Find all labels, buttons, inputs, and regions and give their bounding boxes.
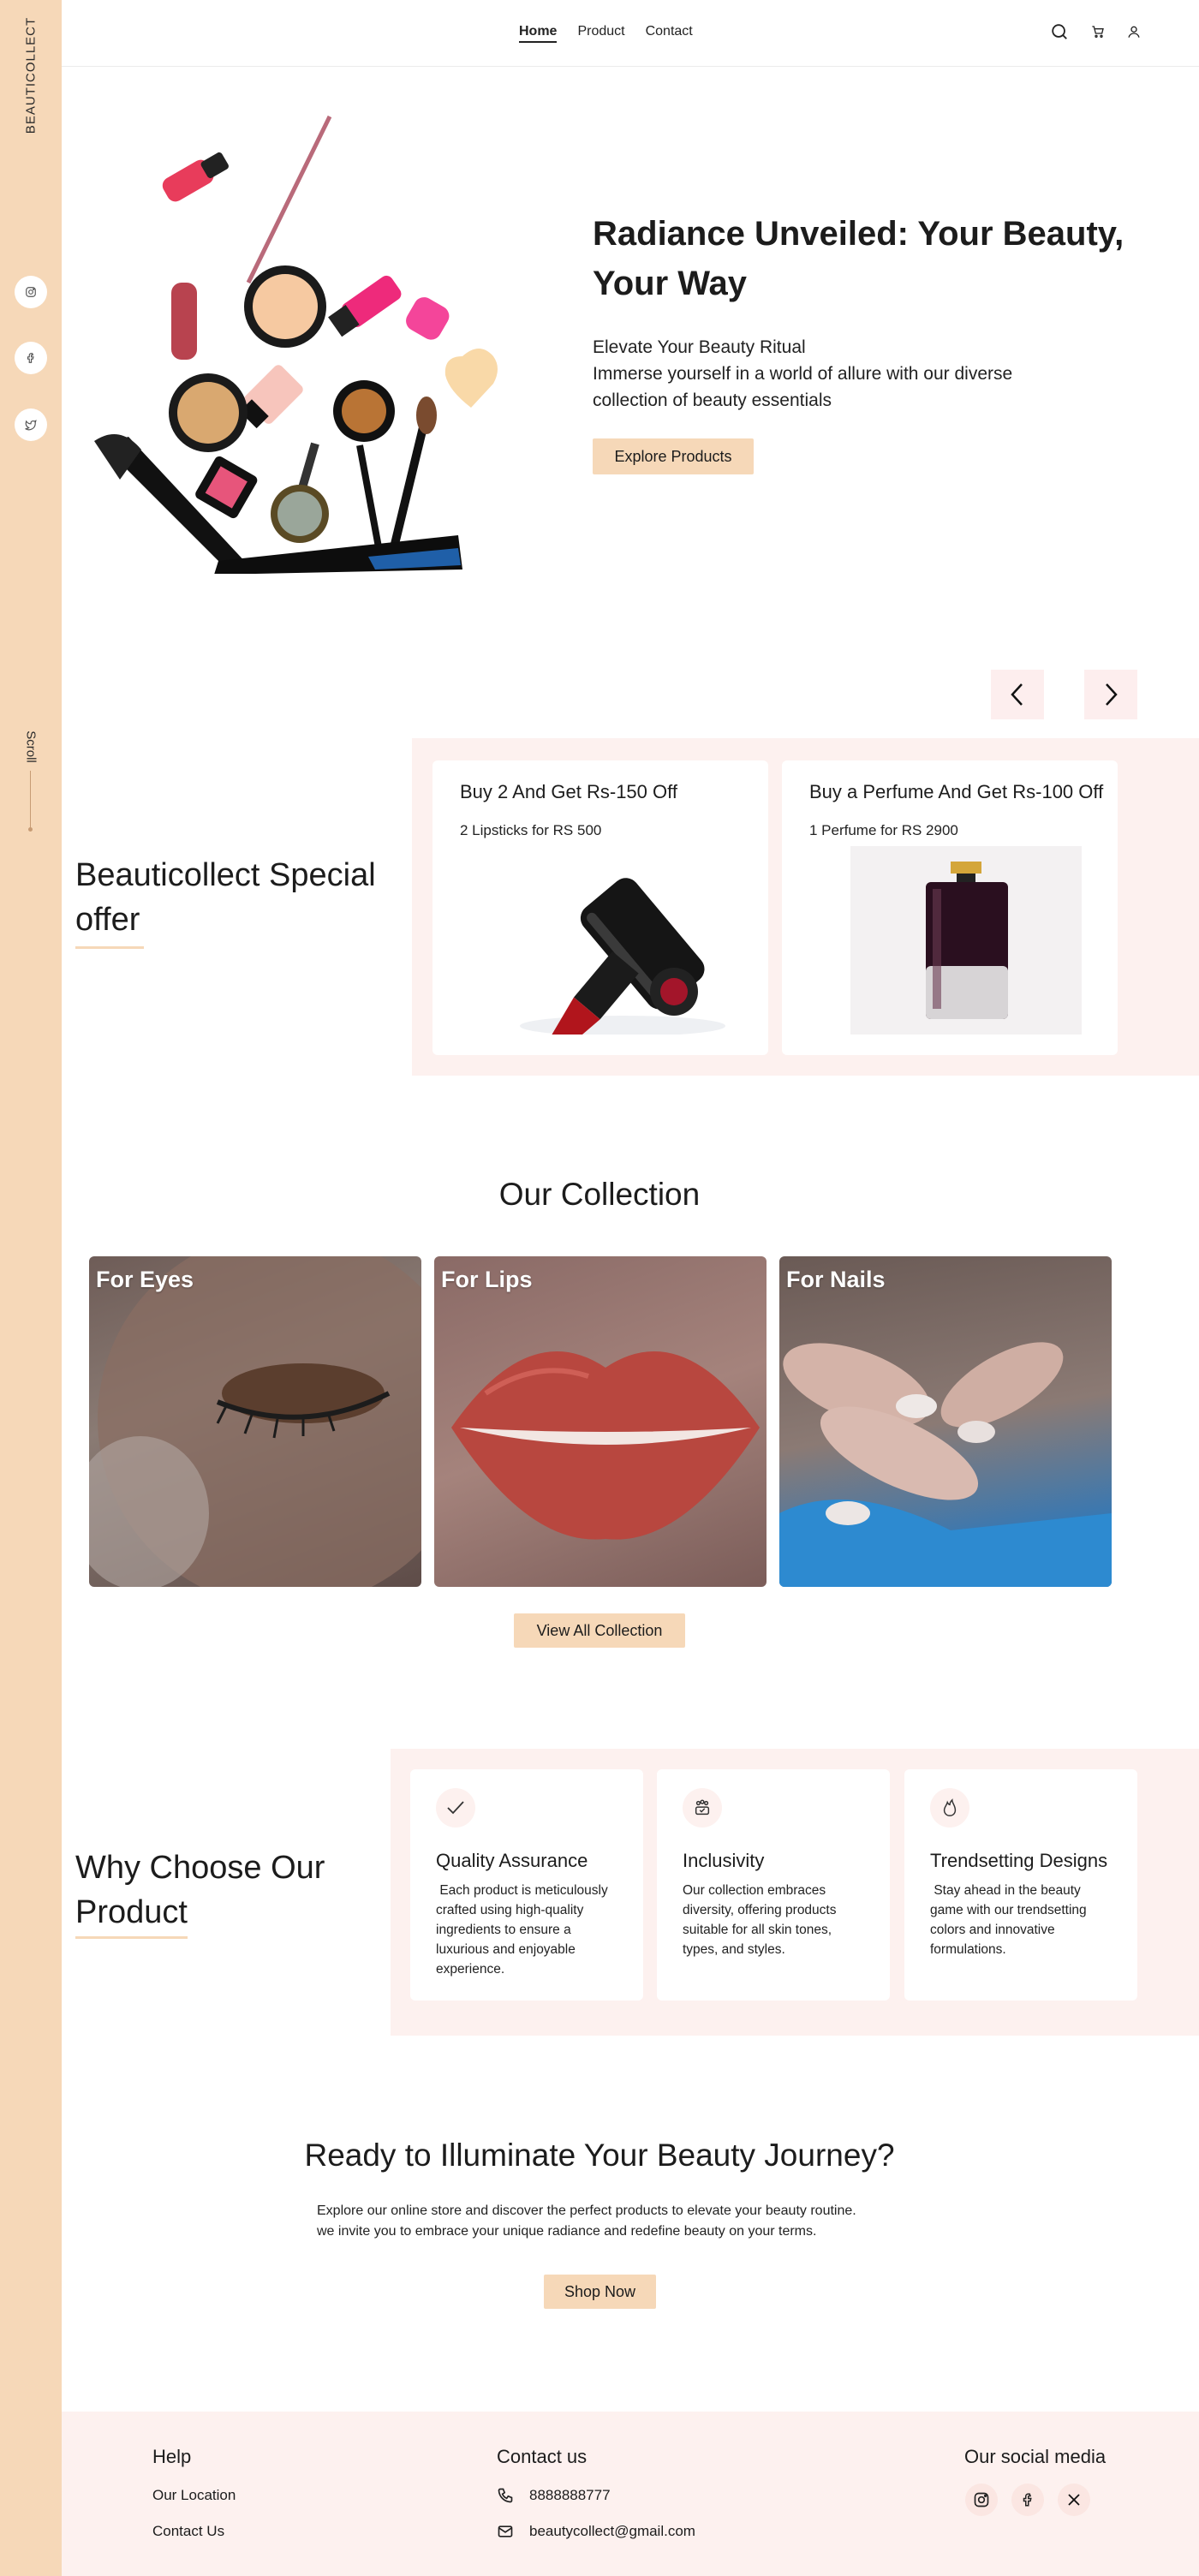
collection-title: Our Collection	[498, 1177, 701, 1212]
nails-image	[779, 1342, 1112, 1587]
offer-card-title: Buy 2 And Get Rs-150 Off	[460, 781, 677, 802]
mail-icon	[498, 2525, 513, 2537]
x-icon	[1068, 2494, 1080, 2506]
explore-products-button[interactable]: Explore Products	[593, 438, 754, 474]
eyes-image	[89, 1256, 421, 1587]
footer-x-button[interactable]	[1058, 2484, 1090, 2516]
collection-card-label: For Eyes	[96, 1267, 194, 1292]
offer-card-title: Buy a Perfume And Get Rs-100 Off	[809, 781, 1104, 802]
facebook-icon	[27, 353, 34, 363]
why-card-inclusivity: Inclusivity Our collection embraces dive…	[657, 1769, 890, 2001]
hero-description: Immerse yourself in a world of allure wi…	[593, 364, 1013, 410]
footer-phone[interactable]: 8888888777	[529, 2487, 611, 2504]
why-choose-title: Why Choose Our Product	[75, 1850, 325, 1930]
offer-card-lipstick[interactable]: Buy 2 And Get Rs-150 Off 2 Lipsticks for…	[432, 760, 768, 1055]
collection-card-lips[interactable]: For Lips	[434, 1256, 767, 1587]
why-card-quality: Quality Assurance Each product is meticu…	[410, 1769, 643, 2001]
lips-image	[451, 1351, 760, 1540]
instagram-icon	[974, 2492, 989, 2507]
perfume-image	[850, 846, 1082, 1035]
cta-line-1: Explore our online store and discover th…	[317, 2203, 856, 2218]
collection-card-eyes[interactable]: For Eyes	[89, 1256, 421, 1587]
special-offer-underline	[75, 946, 144, 949]
offer-card-subtitle: 2 Lipsticks for RS 500	[460, 822, 602, 838]
nav-home[interactable]: Home	[519, 24, 558, 43]
why-card-title: Inclusivity	[683, 1850, 765, 1871]
collection-card-label: For Nails	[786, 1267, 886, 1292]
sidebar-facebook-button[interactable]	[15, 342, 47, 374]
chevron-left-icon	[1011, 683, 1023, 706]
view-all-collection-button[interactable]: View All Collection	[514, 1613, 685, 1648]
footer-instagram-button[interactable]	[965, 2484, 998, 2516]
nav-product[interactable]: Product	[577, 24, 624, 43]
collection-card-label: For Lips	[441, 1267, 533, 1292]
footer-link-location[interactable]: Our Location	[152, 2487, 236, 2504]
flame-icon	[930, 1788, 969, 1828]
user-icon[interactable]	[1127, 25, 1141, 39]
hero-cosmetics-image	[94, 115, 498, 574]
scroll-indicator-line	[30, 771, 31, 829]
offer-card-subtitle: 1 Perfume for RS 2900	[809, 822, 958, 838]
phone-icon	[498, 2488, 513, 2503]
why-card-description: Each product is meticulously crafted usi…	[436, 1883, 612, 1977]
sidebar: BEAUTICOLLECT Scroll	[0, 0, 62, 2576]
lipstick-image	[520, 878, 725, 1035]
why-card-title: Quality Assurance	[436, 1850, 588, 1871]
hero-subtitle: Elevate Your Beauty Ritual	[593, 337, 806, 357]
footer-facebook-button[interactable]	[1011, 2484, 1044, 2516]
search-icon[interactable]	[1050, 22, 1069, 41]
footer-contact-title: Contact us	[497, 2446, 588, 2467]
collection-card-nails[interactable]: For Nails	[779, 1256, 1112, 1587]
cta-line-2: we invite you to embrace your unique rad…	[317, 2224, 817, 2239]
why-card-title: Trendsetting Designs	[930, 1850, 1108, 1871]
carousel-prev-button[interactable]	[991, 670, 1044, 719]
cart-icon[interactable]	[1091, 25, 1105, 39]
sidebar-twitter-button[interactable]	[15, 408, 47, 441]
hero-title: Radiance Unveiled: Your Beauty, Your Way	[593, 215, 1124, 302]
footer-social-title: Our social media	[964, 2446, 1107, 2467]
people-icon	[683, 1788, 722, 1828]
why-card-description: Stay ahead in the beauty game with our t…	[930, 1883, 1090, 1957]
footer-link-contact-us[interactable]: Contact Us	[152, 2523, 224, 2540]
twitter-icon	[25, 420, 37, 431]
check-icon	[436, 1788, 475, 1828]
why-choose-underline	[75, 1936, 188, 1939]
facebook-icon	[1023, 2493, 1032, 2507]
nav-contact[interactable]: Contact	[646, 24, 693, 43]
why-card-description: Our collection embraces diversity, offer…	[683, 1883, 840, 1957]
shop-now-button[interactable]: Shop Now	[544, 2275, 656, 2309]
chevron-right-icon	[1106, 683, 1118, 706]
footer-email[interactable]: beautycollect@gmail.com	[529, 2523, 695, 2540]
header-icons	[1050, 22, 1141, 41]
cta-title: Ready to Illuminate Your Beauty Journey?	[304, 2138, 895, 2173]
offer-card-perfume[interactable]: Buy a Perfume And Get Rs-100 Off 1 Perfu…	[782, 760, 1118, 1055]
special-offer-title: Beauticollect Special offer	[75, 857, 376, 938]
main-nav: Home Product Contact	[519, 24, 693, 43]
scroll-indicator-label: Scroll	[23, 730, 39, 763]
top-header: Home Product Contact	[62, 0, 1199, 67]
carousel-next-button[interactable]	[1084, 670, 1137, 719]
footer-help-title: Help	[152, 2446, 192, 2467]
brand-logo[interactable]: BEAUTICOLLECT	[24, 17, 39, 134]
scroll-indicator-dot	[28, 827, 33, 832]
instagram-icon	[26, 287, 36, 297]
sidebar-instagram-button[interactable]	[15, 276, 47, 308]
why-card-trendsetting: Trendsetting Designs Stay ahead in the b…	[904, 1769, 1137, 2001]
